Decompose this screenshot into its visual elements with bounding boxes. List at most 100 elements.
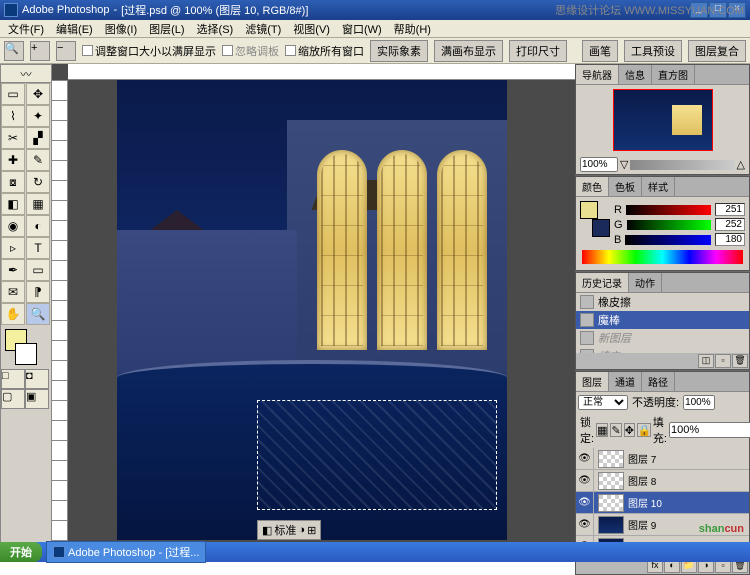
zoom-tool[interactable]: 🔍: [26, 303, 50, 325]
tab-swatches[interactable]: 色板: [609, 177, 642, 196]
eye-icon[interactable]: 👁: [578, 497, 591, 508]
menu-edit[interactable]: 编辑(E): [50, 21, 99, 37]
hand-tool[interactable]: ✋: [1, 303, 25, 325]
tab-history[interactable]: 历史记录: [576, 273, 629, 292]
eye-icon[interactable]: 👁: [578, 475, 591, 486]
lock-transparent-icon[interactable]: ▦: [596, 423, 608, 437]
green-value[interactable]: 252: [715, 218, 745, 231]
menu-file[interactable]: 文件(F): [2, 21, 50, 37]
quickmask-button[interactable]: ◘: [25, 369, 49, 389]
color-bg-swatch[interactable]: [592, 219, 610, 237]
layer-thumb[interactable]: [598, 472, 624, 490]
eye-icon[interactable]: 👁: [578, 453, 591, 464]
ruler-vertical[interactable]: [52, 80, 68, 544]
layer-thumb[interactable]: [598, 494, 624, 512]
start-button[interactable]: 开始: [0, 542, 42, 562]
zoom-all-checkbox[interactable]: [285, 45, 296, 56]
layer-comps-button[interactable]: 图层复合: [688, 40, 746, 62]
zoom-out-icon[interactable]: −: [56, 41, 76, 61]
crop-tool[interactable]: ✂: [1, 127, 25, 149]
fill-input[interactable]: [669, 422, 750, 438]
menu-select[interactable]: 选择(S): [191, 21, 240, 37]
green-slider[interactable]: [627, 220, 711, 230]
tab-navigator[interactable]: 导航器: [576, 65, 619, 84]
mask-mode-icon[interactable]: ◧: [262, 524, 272, 537]
standard-mode-button[interactable]: □: [1, 369, 25, 389]
menu-image[interactable]: 图像(I): [99, 21, 143, 37]
tab-styles[interactable]: 样式: [642, 177, 675, 196]
marquee-tool[interactable]: ▭: [1, 83, 25, 105]
history-item[interactable]: 橡皮擦: [576, 293, 749, 311]
taskbar-photoshop[interactable]: Adobe Photoshop - [过程...: [46, 541, 206, 563]
lock-move-icon[interactable]: ✥: [624, 423, 635, 437]
actual-pixels-button[interactable]: 实际象素: [370, 40, 428, 62]
wand-tool[interactable]: ✦: [26, 105, 50, 127]
trash-button[interactable]: 🗑: [732, 354, 748, 368]
path-tool[interactable]: ▹: [1, 237, 25, 259]
layer-thumb[interactable]: [598, 516, 624, 534]
blur-tool[interactable]: ◉: [1, 215, 25, 237]
lock-paint-icon[interactable]: ✎: [610, 423, 621, 437]
red-value[interactable]: 251: [715, 203, 745, 216]
history-item[interactable]: 魔棒: [576, 311, 749, 329]
lasso-tool[interactable]: ⌇: [1, 105, 25, 127]
zoom-in-icon[interactable]: △: [737, 158, 745, 171]
blue-value[interactable]: 180: [715, 233, 745, 246]
color-fg-swatch[interactable]: [580, 201, 598, 219]
tab-color[interactable]: 颜色: [576, 177, 609, 196]
blue-slider[interactable]: [625, 235, 711, 245]
dodge-tool[interactable]: ◐: [26, 215, 50, 237]
blend-mode-select[interactable]: 正常: [578, 395, 628, 410]
zoom-tool-icon[interactable]: 🔍: [4, 41, 24, 61]
tab-actions[interactable]: 动作: [629, 273, 662, 292]
layer-thumb[interactable]: [598, 450, 624, 468]
stamp-tool[interactable]: ⧇: [1, 171, 25, 193]
resize-checkbox[interactable]: [82, 45, 93, 56]
tab-info[interactable]: 信息: [619, 65, 652, 84]
slice-tool[interactable]: ▞: [26, 127, 50, 149]
zoom-in-icon[interactable]: +: [30, 41, 50, 61]
move-tool[interactable]: ✥: [26, 83, 50, 105]
opacity-input[interactable]: [683, 395, 715, 410]
menu-help[interactable]: 帮助(H): [388, 21, 437, 37]
layer-row[interactable]: 👁图层 8: [576, 470, 749, 492]
fit-screen-button[interactable]: 满画布显示: [434, 40, 503, 62]
new-snapshot-button[interactable]: ◫: [698, 354, 714, 368]
layer-row[interactable]: 👁图层 10: [576, 492, 749, 514]
hue-spectrum[interactable]: [582, 250, 743, 264]
gradient-tool[interactable]: ▦: [26, 193, 50, 215]
heal-tool[interactable]: ✚: [1, 149, 25, 171]
tool-presets-button[interactable]: 工具预设: [624, 40, 682, 62]
ignore-palettes-checkbox[interactable]: [222, 45, 233, 56]
brush-tool[interactable]: ✎: [26, 149, 50, 171]
screen-mode-2[interactable]: ▣: [25, 389, 49, 409]
new-doc-button[interactable]: ▫: [715, 354, 731, 368]
history-item[interactable]: 新图层: [576, 329, 749, 347]
screen-mode-1[interactable]: ▢: [1, 389, 25, 409]
document-canvas[interactable]: ◧ 标准 ◑ ⊞: [117, 80, 507, 540]
tab-layers[interactable]: 图层: [576, 372, 609, 391]
expand-icon[interactable]: ⊞: [307, 524, 316, 537]
eraser-tool[interactable]: ◧: [1, 193, 25, 215]
lock-all-icon[interactable]: 🔒: [637, 423, 651, 437]
zoom-out-icon[interactable]: ▽: [620, 158, 628, 171]
tab-paths[interactable]: 路径: [642, 372, 675, 391]
navigator-zoom-input[interactable]: [580, 157, 618, 172]
shape-tool[interactable]: ▭: [26, 259, 50, 281]
print-size-button[interactable]: 打印尺寸: [509, 40, 567, 62]
menu-layer[interactable]: 图层(L): [143, 21, 190, 37]
eye-icon[interactable]: 👁: [578, 519, 591, 530]
eyedropper-tool[interactable]: ⁋: [26, 281, 50, 303]
tab-histogram[interactable]: 直方图: [652, 65, 695, 84]
tab-channels[interactable]: 通道: [609, 372, 642, 391]
menu-filter[interactable]: 滤镜(T): [239, 21, 287, 37]
moon-icon[interactable]: ◑: [298, 524, 305, 536]
history-brush-tool[interactable]: ↻: [26, 171, 50, 193]
red-slider[interactable]: [626, 205, 711, 215]
background-color[interactable]: [15, 343, 37, 365]
navigator-thumbnail[interactable]: [613, 89, 713, 151]
ruler-horizontal[interactable]: [68, 64, 575, 80]
type-tool[interactable]: T: [26, 237, 50, 259]
menu-view[interactable]: 视图(V): [287, 21, 336, 37]
notes-tool[interactable]: ✉: [1, 281, 25, 303]
